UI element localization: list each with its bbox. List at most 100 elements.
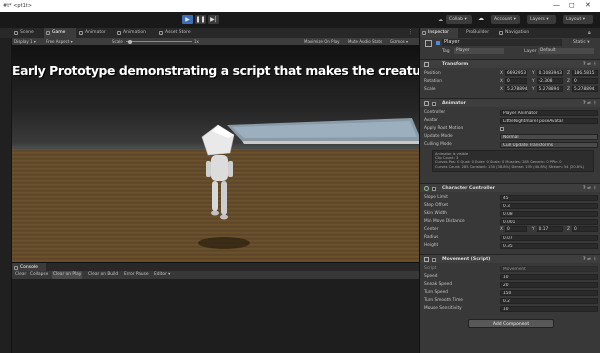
tab-probuilder[interactable]: ProBuilder — [458, 28, 498, 38]
aspect-dropdown[interactable]: Free Aspect ▾ — [46, 38, 73, 45]
component-menu-icon[interactable]: ? ⇌ ⋮ — [583, 184, 597, 193]
add-component-button[interactable]: Add Component — [468, 319, 554, 328]
speed-row: Speed 10 — [424, 273, 598, 280]
movement-script-header[interactable]: Movement (Script) ? ⇌ ⋮ — [420, 254, 600, 263]
console-editor-dropdown[interactable]: Editor ▾ — [154, 271, 170, 279]
tab-inspector[interactable]: Inspector — [420, 28, 458, 38]
scale-slider-handle[interactable] — [128, 39, 132, 44]
step-offset-field[interactable]: 0.3 — [500, 202, 598, 209]
scale-z-field[interactable]: 5.278894 — [571, 86, 598, 92]
console-error-pause-toggle[interactable]: Error Pause — [124, 271, 148, 279]
step-button[interactable]: ▶| — [208, 15, 219, 24]
static-dropdown[interactable]: Static ▾ — [573, 40, 590, 45]
scale-slider[interactable] — [126, 41, 192, 42]
mouse-sensitivity-field[interactable]: 10 — [500, 305, 598, 312]
radius-field[interactable]: 0.07 — [500, 234, 598, 241]
console-clear-on-build-toggle[interactable]: Clear on Build — [88, 271, 118, 279]
maximize-button[interactable]: ◻ — [569, 1, 575, 9]
tab-navigation[interactable]: Navigation — [497, 28, 539, 38]
position-x-field[interactable]: 6692953 — [504, 70, 527, 76]
cloud-icon[interactable]: ☁ — [478, 15, 484, 22]
collab-dropdown[interactable]: Collab ▾ — [446, 15, 472, 24]
position-y-field[interactable]: 0.1083943 — [536, 70, 563, 76]
root-motion-checkbox[interactable] — [500, 126, 504, 131]
turn-speed-field[interactable]: 150 — [500, 289, 598, 296]
rotation-z-field[interactable]: 0 — [571, 78, 598, 84]
center-y-field[interactable]: 0.17 — [536, 226, 563, 232]
layout-dropdown[interactable]: Layout ▾ — [563, 15, 593, 24]
tab-asset-store-label: Asset Store — [165, 30, 191, 35]
turn-speed-label: Turn Speed — [424, 290, 448, 295]
mute-audio-toggle[interactable]: Mute Audio — [348, 38, 371, 45]
turn-smooth-field[interactable]: 0.2 — [500, 297, 598, 304]
game-viewport[interactable]: Early Prototype demonstrating a script t… — [12, 45, 419, 262]
character-controller-header[interactable]: Character Controller ? ⇌ ⋮ — [420, 183, 600, 192]
position-z-field[interactable]: 186.5815 — [571, 70, 598, 76]
height-field[interactable]: 0.35 — [500, 242, 598, 249]
controller-row: Controller Player Animator — [424, 109, 598, 116]
pause-button[interactable]: ❚❚ — [195, 15, 206, 24]
scale-value: 1x — [194, 39, 199, 44]
layers-dropdown[interactable]: Layers ▾ — [527, 15, 556, 24]
display-dropdown[interactable]: Display 1 ▾ — [14, 38, 36, 45]
scale-x-field[interactable]: 5.278894 — [504, 86, 527, 92]
culling-mode-dropdown[interactable]: Cull Update Transforms — [500, 141, 598, 148]
turn-speed-row: Turn Speed 150 — [424, 289, 598, 296]
tab-console-label: Console — [20, 265, 38, 270]
character-controller-enabled-checkbox[interactable] — [432, 186, 436, 191]
tag-dropdown[interactable]: Player — [454, 48, 504, 54]
component-menu-icon[interactable]: ? ⇌ ⋮ — [583, 255, 597, 264]
radius-row: Radius 0.07 — [424, 234, 598, 241]
component-menu-icon[interactable]: ? ⇌ ⋮ — [583, 60, 597, 69]
console-clear-on-play-toggle[interactable]: Clear on Play — [52, 271, 83, 279]
window-title: #t* <pt1t> — [3, 3, 32, 9]
animator-title: Animator — [442, 101, 466, 106]
controller-field[interactable]: Player Animator — [500, 109, 598, 116]
tab-asset-store[interactable]: Asset Store — [157, 28, 202, 38]
sneak-speed-field[interactable]: 20 — [500, 281, 598, 288]
account-dropdown[interactable]: Account ▾ — [491, 15, 520, 24]
tab-animator[interactable]: Animator — [77, 28, 114, 38]
transform-title: Transform — [442, 62, 469, 67]
gizmos-dropdown[interactable]: Gizmos ▾ — [390, 38, 408, 45]
animator-header[interactable]: Animator ? ⇌ ⋮ — [420, 98, 600, 107]
minimize-button[interactable]: — — [553, 1, 560, 9]
layer-label: Layer — [524, 49, 537, 54]
center-x-field[interactable]: 0 — [504, 226, 527, 232]
tab-menu-icon[interactable]: ⋮ — [408, 29, 413, 35]
avatar-field[interactable]: LittleNightmareTposeAvatar — [500, 117, 598, 124]
slope-limit-row: Slope Limit 45 — [424, 194, 598, 201]
collab-icon[interactable]: ☁ — [438, 17, 443, 23]
maximize-on-play-toggle[interactable]: Maximize On Play — [304, 38, 340, 45]
inspector-lock-icon[interactable]: 🔒︎ — [588, 30, 591, 36]
position-label: Position — [424, 71, 441, 76]
slope-limit-field[interactable]: 45 — [500, 194, 598, 201]
center-z-field[interactable]: 0 — [571, 226, 598, 232]
culling-mode-row: Culling Mode Cull Update Transforms — [424, 141, 598, 148]
scale-y-field[interactable]: 5.278894 — [536, 86, 563, 92]
stats-toggle[interactable]: Stats — [372, 38, 382, 45]
skin-width-field[interactable]: 0.08 — [500, 210, 598, 217]
min-move-field[interactable]: 0.001 — [500, 218, 598, 225]
tab-animation[interactable]: Animation — [115, 28, 156, 38]
console-log-area[interactable] — [12, 279, 419, 353]
active-checkbox[interactable] — [436, 41, 440, 45]
animator-enabled-checkbox[interactable] — [432, 101, 436, 106]
rotation-y-field[interactable]: -2.308 — [536, 78, 563, 84]
rotation-row: Rotation X0 Y -2.308 Z0 — [424, 78, 598, 85]
tab-scene[interactable]: Scene — [12, 28, 43, 38]
rotation-x-field[interactable]: 0 — [504, 78, 527, 84]
component-menu-icon[interactable]: ? ⇌ ⋮ — [583, 99, 597, 108]
close-button[interactable]: ✕ — [585, 1, 591, 9]
transform-header[interactable]: Transform ? ⇌ ⋮ — [420, 59, 600, 68]
movement-enabled-checkbox[interactable] — [432, 257, 436, 262]
console-clear-button[interactable]: Clear — [15, 271, 26, 279]
speed-field[interactable]: 10 — [500, 273, 598, 280]
turn-smooth-label: Turn Smooth Time — [424, 298, 463, 303]
object-name-field[interactable]: Player — [442, 39, 562, 46]
layer-dropdown[interactable]: Default — [538, 48, 594, 54]
update-mode-dropdown[interactable]: Normal — [500, 133, 598, 140]
play-button[interactable]: ▶ — [182, 15, 193, 24]
tab-game[interactable]: Game — [44, 28, 76, 38]
console-collapse-toggle[interactable]: Collapse — [30, 271, 48, 279]
